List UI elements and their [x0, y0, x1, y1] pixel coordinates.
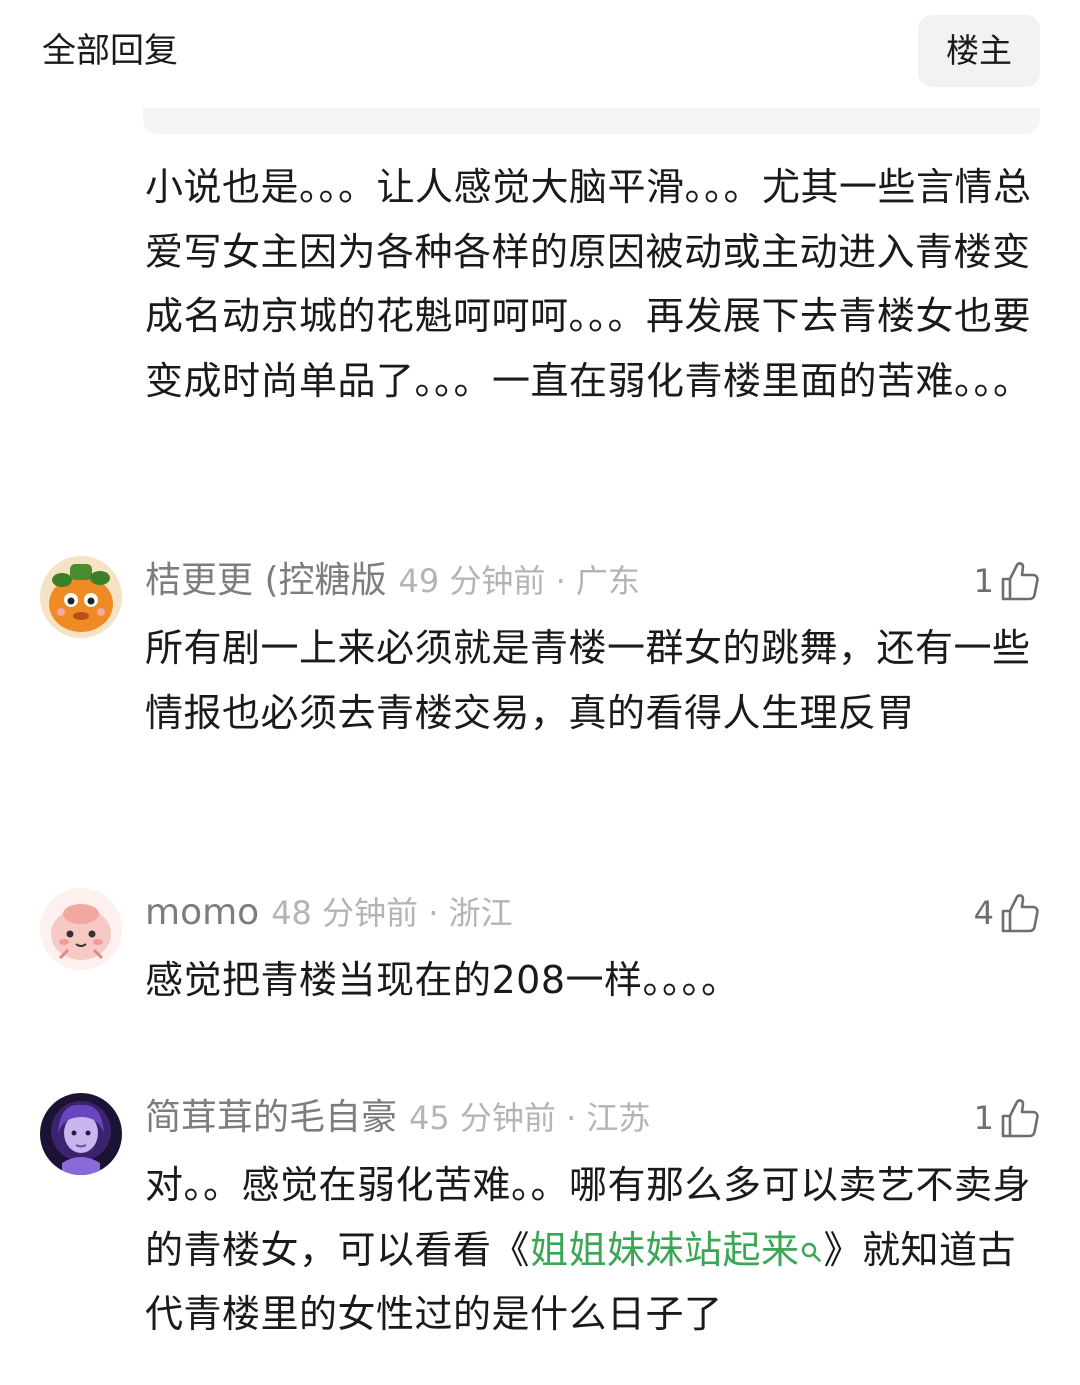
page-title: 全部回复 [42, 31, 178, 71]
comment-text: 所有剧一上来必须就是青楼一群女的跳舞，还有一些情报也必须去青楼交易，真的看得人生… [145, 626, 1031, 735]
like-count: 4 [973, 894, 994, 932]
op-only-filter-button[interactable]: 楼主 [918, 15, 1040, 87]
like-button[interactable]: 1 [974, 1095, 1040, 1141]
topic-link[interactable]: 姐姐妹妹站起来 [530, 1228, 800, 1272]
like-button[interactable]: 1 [974, 558, 1040, 604]
username[interactable]: 桔更更 (控糖版 [145, 560, 387, 601]
timestamp-location: 45 分钟前 · 江苏 [409, 1099, 651, 1137]
timestamp-location: 48 分钟前 · 浙江 [271, 894, 513, 932]
like-count: 1 [973, 562, 994, 600]
timestamp-location: 49 分钟前 · 广东 [398, 562, 640, 600]
avatar[interactable] [40, 888, 122, 970]
comment-text: 感觉把青楼当现在的208一样。。。。 [145, 958, 740, 1002]
comment-text: 对。。感觉在弱化苦难。。哪有那么多可以卖艺不卖身的青楼女，可以看看《姐姐妹妹站起… [145, 1153, 1045, 1347]
thumbs-up-icon [1001, 1099, 1039, 1138]
username[interactable]: 简茸茸的毛自豪 [145, 1097, 397, 1138]
thumbs-up-icon [1001, 894, 1039, 933]
comment-text: 小说也是。。。让人感觉大脑平滑。。。尤其一些言情总爱写女主因为各种各样的原因被动… [145, 165, 1032, 403]
quoted-reply-box [143, 108, 1040, 134]
username[interactable]: momo [145, 892, 259, 933]
thumbs-up-icon [1001, 562, 1039, 601]
comment-meta: 桔更更 (控糖版 49 分钟前 · 广东 [145, 556, 640, 606]
search-icon[interactable] [800, 1241, 822, 1263]
avatar[interactable] [40, 1093, 122, 1175]
avatar[interactable] [40, 556, 122, 638]
like-count: 1 [973, 1099, 994, 1137]
comment-meta: 简茸茸的毛自豪 45 分钟前 · 江苏 [145, 1093, 650, 1143]
like-button[interactable]: 4 [974, 890, 1040, 936]
comment-meta: momo 48 分钟前 · 浙江 [145, 888, 513, 938]
top-bar: 全部回复 楼主 [0, 0, 1080, 100]
